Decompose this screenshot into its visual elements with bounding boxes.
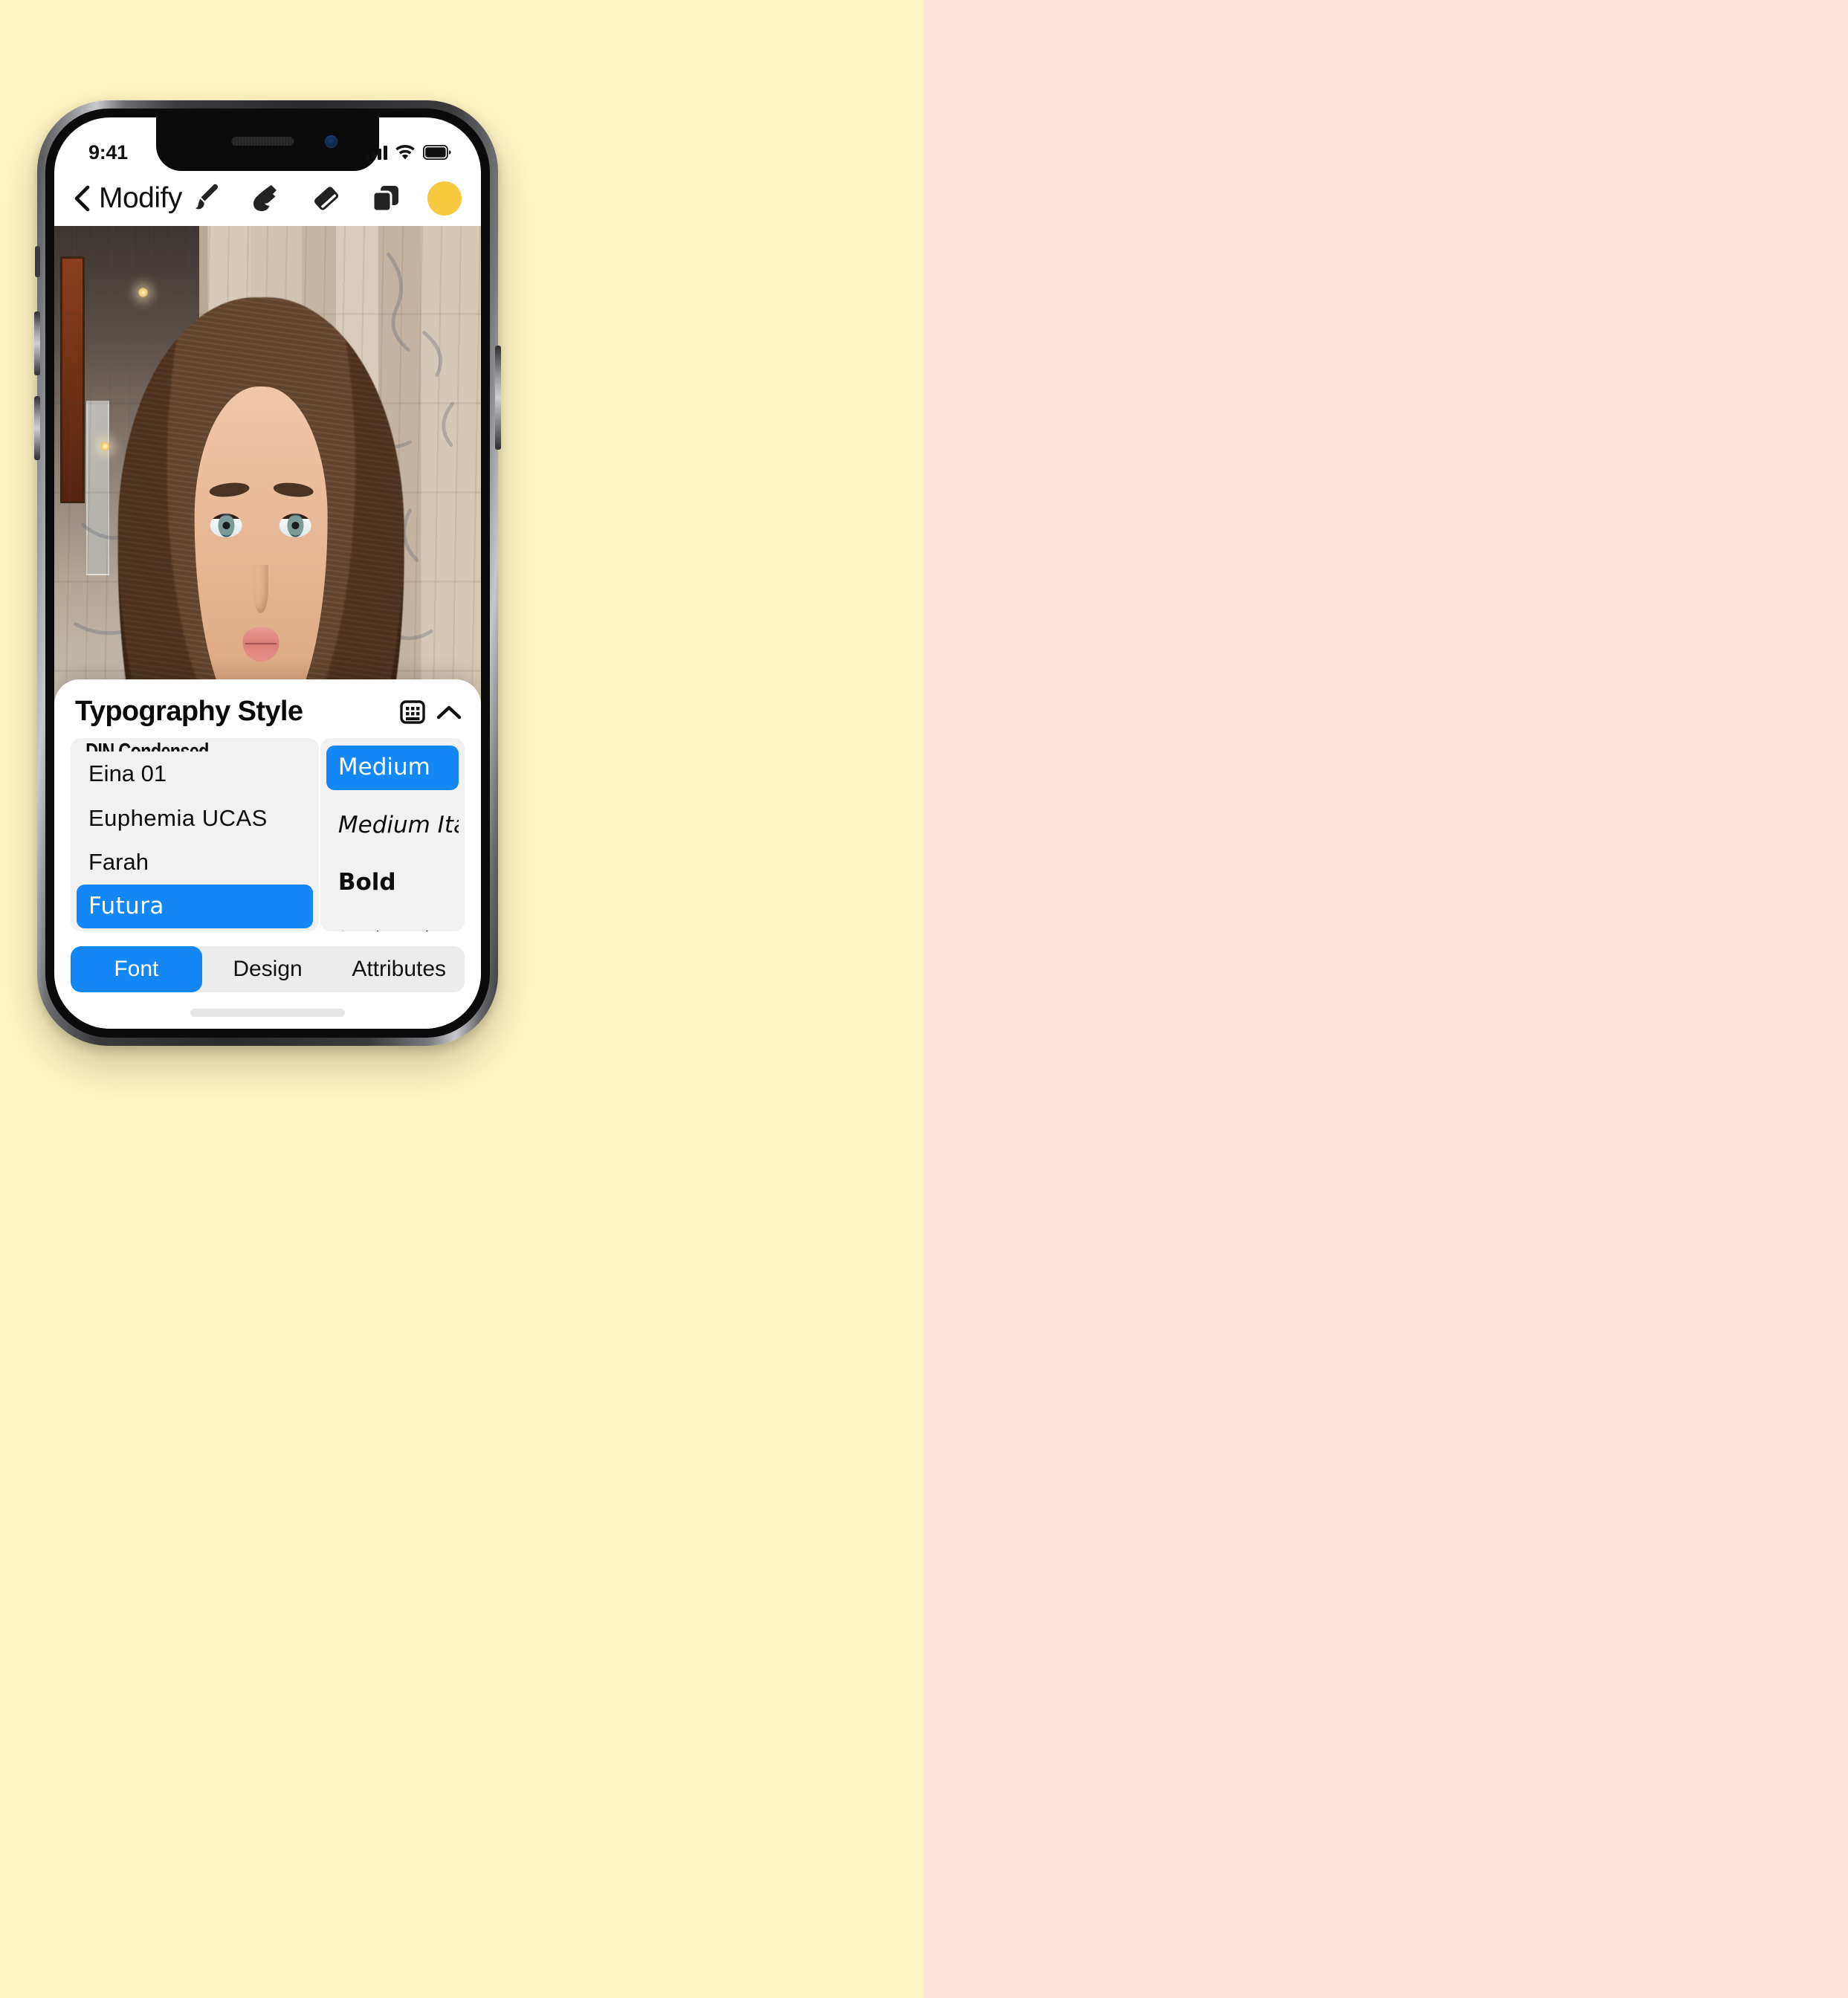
signal-bars-icon — [366, 145, 387, 160]
segmented-control[interactable]: Font Design Attributes — [71, 946, 465, 992]
photo-eye-right — [280, 514, 312, 538]
keyboard-icon[interactable] — [399, 699, 426, 725]
segmented-control-wrap: Font Design Attributes — [54, 931, 481, 992]
status-bar-left: 9:41 — [54, 117, 481, 171]
sheet-title: Typography Style — [75, 696, 303, 727]
power-button[interactable] — [495, 346, 501, 450]
font-family-list-scroll[interactable]: DIN Condensed Eina 01 Euphemia UCAS Farah Fu… — [71, 738, 319, 931]
photo-lips — [242, 627, 280, 662]
screenshot-canvas: 9:41 Modify Typography Style DIN Condens… — [0, 0, 1848, 1998]
page-title: Modify — [99, 182, 182, 214]
font-family-item[interactable]: Eina 01 — [77, 751, 313, 796]
font-style-item[interactable]: Medium — [326, 746, 459, 790]
typography-sheet: Typography Style DIN Condensed Eina 01 E… — [54, 679, 481, 1029]
font-family-item[interactable]: Euphemia UCAS — [77, 796, 313, 841]
nav-bar-left: Modify — [54, 171, 481, 226]
font-picker: DIN Condensed Eina 01 Euphemia UCAS Farah Fu… — [54, 738, 481, 931]
phone-bezel: 9:41 Modify Typography Style DIN Condens… — [45, 109, 490, 1038]
font-family-item[interactable]: DIN Condensed — [77, 738, 256, 751]
font-style-item[interactable]: Condensed Medium — [326, 919, 437, 931]
tool-bar-left — [190, 181, 462, 216]
font-style-item[interactable]: Bold — [326, 861, 459, 905]
font-family-item[interactable]: Geeza Pro — [77, 928, 313, 931]
screen-left: 9:41 Modify Typography Style DIN Condens… — [54, 117, 481, 1029]
segment-design[interactable]: Design — [202, 946, 334, 992]
back-button[interactable]: Modify — [72, 182, 182, 215]
volume-up-button[interactable] — [34, 311, 40, 375]
photo-eyebrow-right — [272, 480, 314, 499]
panel-right: 9:41 — [924, 0, 1848, 1998]
smudge-icon[interactable] — [249, 181, 285, 216]
silent-switch[interactable] — [35, 246, 40, 277]
segment-font[interactable]: Font — [71, 946, 202, 992]
photo-eye-left — [210, 514, 242, 538]
font-style-list-scroll[interactable]: MediumMedium ItalicBoldCondensed MediumC… — [320, 738, 465, 931]
font-style-item[interactable]: Medium Italic — [326, 804, 459, 848]
photo-eyebrow-left — [208, 480, 250, 499]
segment-attributes[interactable]: Attributes — [333, 946, 465, 992]
sheet-header-actions — [399, 699, 462, 725]
font-family-item[interactable]: Futura — [77, 884, 313, 929]
sheet-header: Typography Style — [54, 679, 481, 738]
color-swatch[interactable] — [427, 181, 462, 216]
photo-nose — [253, 565, 268, 613]
font-family-list[interactable]: DIN Condensed Eina 01 Euphemia UCAS Farah Fu… — [71, 738, 319, 931]
eraser-icon[interactable] — [308, 181, 344, 216]
chevron-up-icon[interactable] — [436, 704, 462, 720]
wifi-icon — [395, 144, 416, 161]
status-indicators — [366, 144, 451, 161]
brush-icon[interactable] — [190, 181, 225, 216]
font-style-list[interactable]: MediumMedium ItalicBoldCondensed MediumC… — [320, 738, 465, 931]
font-family-item[interactable]: Farah — [77, 840, 313, 885]
phone-left: 9:41 Modify Typography Style DIN Condens… — [34, 100, 501, 1046]
battery-icon — [423, 145, 451, 160]
layers-icon[interactable] — [368, 181, 404, 216]
panel-left: 9:41 Modify Typography Style DIN Condens… — [0, 0, 924, 1998]
home-indicator — [190, 1009, 345, 1017]
chevron-left-icon — [72, 185, 91, 212]
status-time: 9:41 — [88, 140, 128, 164]
volume-down-button[interactable] — [34, 396, 40, 460]
